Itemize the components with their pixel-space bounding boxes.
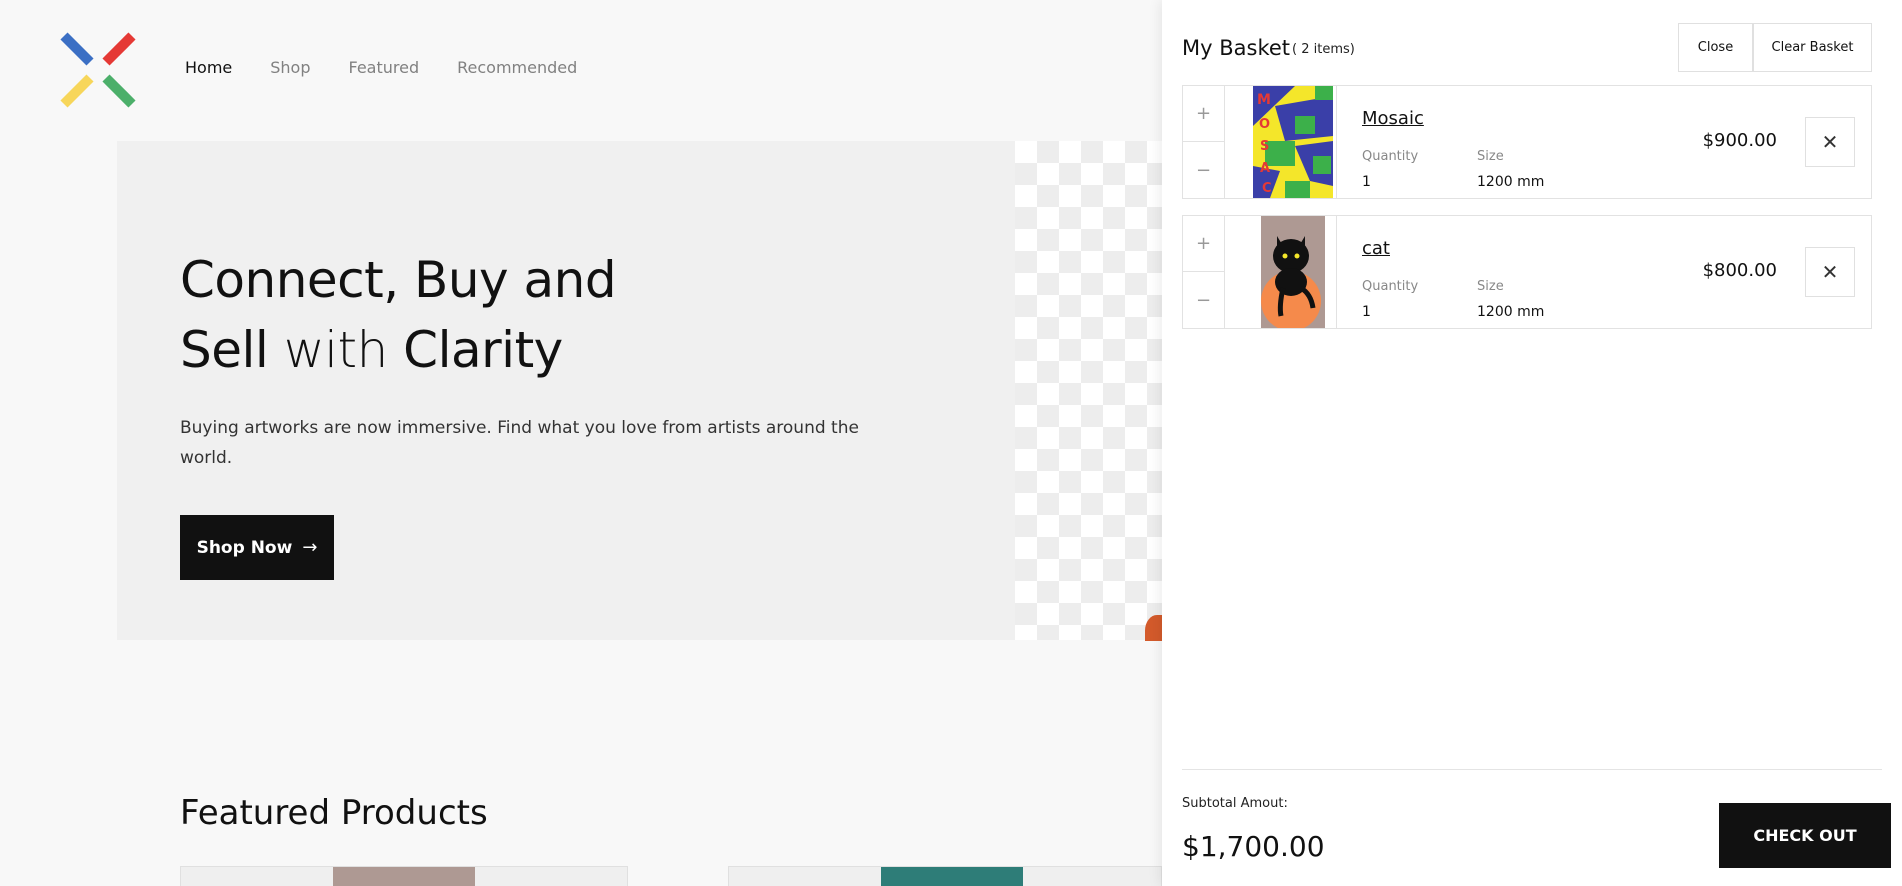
- basket-item-image: M O S A C: [1225, 86, 1337, 198]
- product-card-image: [881, 867, 1023, 886]
- svg-text:C: C: [1262, 181, 1272, 196]
- basket-item-count: ( 2 items): [1292, 42, 1355, 57]
- product-card[interactable]: [728, 866, 1162, 886]
- nav-recommended[interactable]: Recommended: [457, 58, 577, 77]
- remove-item-button[interactable]: ✕: [1805, 247, 1855, 297]
- featured-products-title: Featured Products: [180, 793, 488, 833]
- basket-panel: My Basket ( 2 items) Close Clear Basket …: [1162, 0, 1902, 886]
- quantity-value: 1: [1362, 174, 1371, 190]
- hero-title-clarity: Clarity: [403, 321, 563, 379]
- quantity-value: 1: [1362, 304, 1371, 320]
- basket-title: My Basket: [1182, 36, 1291, 60]
- hero-title-line1: Connect, Buy and: [180, 251, 617, 309]
- shop-now-button[interactable]: Shop Now →: [180, 515, 334, 580]
- basket-item-name[interactable]: cat: [1362, 238, 1390, 259]
- nav-home[interactable]: Home: [185, 58, 232, 77]
- main-nav: Home Shop Featured Recommended: [185, 58, 577, 77]
- basket-item-name[interactable]: Mosaic: [1362, 108, 1424, 129]
- product-card-image: [333, 867, 475, 886]
- checkout-button[interactable]: CHECK OUT: [1719, 803, 1891, 868]
- hero-image-placeholder: [1015, 141, 1162, 640]
- size-value: 1200 mm: [1477, 174, 1545, 190]
- quantity-stepper: + −: [1183, 86, 1225, 198]
- close-icon: ✕: [1821, 130, 1839, 154]
- increase-quantity-button[interactable]: +: [1183, 216, 1224, 272]
- nav-shop[interactable]: Shop: [270, 58, 310, 77]
- increase-quantity-button[interactable]: +: [1183, 86, 1224, 142]
- close-icon: ✕: [1821, 260, 1839, 284]
- clear-basket-button[interactable]: Clear Basket: [1753, 23, 1872, 72]
- svg-text:S: S: [1260, 139, 1269, 154]
- product-card[interactable]: [180, 866, 628, 886]
- subtotal-value: $1,700.00: [1182, 830, 1325, 863]
- remove-item-button[interactable]: ✕: [1805, 117, 1855, 167]
- hero-title: Connect, Buy and Sell with Clarity: [180, 245, 617, 385]
- size-label: Size: [1477, 279, 1504, 294]
- basket-item: + − M O S A C Mosaic Quantity Size 1 120…: [1182, 85, 1872, 199]
- hero-subtitle: Buying artworks are now immersive. Find …: [180, 418, 859, 468]
- hero-title-with: with: [268, 321, 404, 379]
- basket-item-image: [1225, 216, 1337, 331]
- basket-item-price: $900.00: [1702, 130, 1777, 151]
- size-label: Size: [1477, 149, 1504, 164]
- brand-logo-icon[interactable]: [56, 28, 140, 112]
- minus-icon: −: [1195, 159, 1212, 181]
- close-basket-button[interactable]: Close: [1678, 23, 1753, 72]
- basket-item-price: $800.00: [1702, 260, 1777, 281]
- svg-text:M: M: [1257, 92, 1271, 108]
- basket-item: + − cat Quantity Size 1 1200 mm $800.00: [1182, 215, 1872, 331]
- cat-artwork-thumbnail: [1261, 216, 1325, 331]
- quantity-stepper: + −: [1183, 216, 1225, 328]
- nav-featured[interactable]: Featured: [349, 58, 420, 77]
- arrow-right-icon: →: [302, 537, 318, 558]
- minus-icon: −: [1195, 289, 1212, 311]
- plus-icon: +: [1195, 233, 1212, 254]
- svg-text:A: A: [1260, 161, 1270, 176]
- decrease-quantity-button[interactable]: −: [1183, 142, 1224, 198]
- mosaic-artwork-thumbnail: M O S A C: [1253, 86, 1333, 198]
- decrease-quantity-button[interactable]: −: [1183, 272, 1224, 328]
- basket-divider: [1182, 769, 1882, 770]
- shop-now-label: Shop Now: [196, 537, 293, 558]
- quantity-label: Quantity: [1362, 279, 1419, 294]
- hero-title-sell: Sell: [180, 321, 269, 379]
- subtotal-label: Subtotal Amout:: [1182, 796, 1288, 811]
- svg-text:O: O: [1259, 117, 1270, 132]
- size-value: 1200 mm: [1477, 304, 1545, 320]
- plus-icon: +: [1195, 103, 1212, 124]
- quantity-label: Quantity: [1362, 149, 1419, 164]
